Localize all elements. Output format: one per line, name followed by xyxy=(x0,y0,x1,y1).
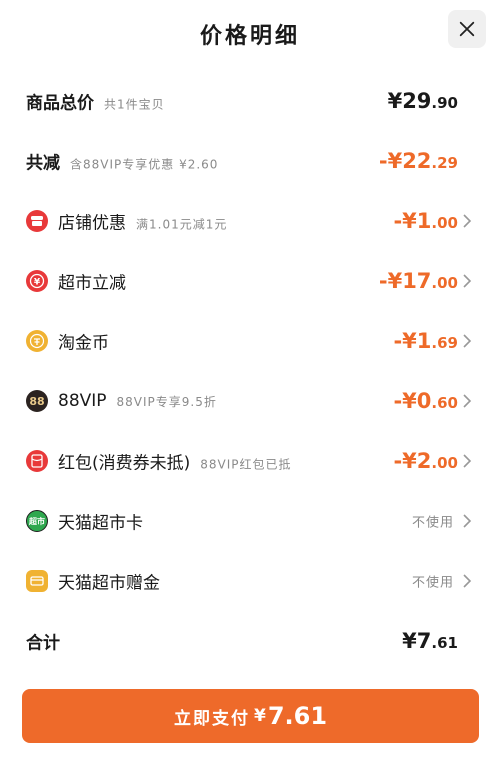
total-price-label: 商品总价 共1件宝贝 xyxy=(26,93,165,114)
sum-label: 合计 xyxy=(26,633,60,654)
store-discount-icon xyxy=(26,210,48,232)
supermarket-discount-row[interactable]: ¥ 超市立减 -¥17.00 xyxy=(0,261,500,301)
pay-now-label: 立即支付 xyxy=(173,708,250,729)
gold-coin-amount: -¥1.69 xyxy=(393,329,458,353)
gold-coin-icon xyxy=(26,330,48,352)
gift-money-icon xyxy=(26,570,48,592)
total-discount-amount: -¥22.29 xyxy=(378,149,458,173)
total-price-row: 商品总价 共1件宝贝 ¥29.90 xyxy=(0,81,500,121)
page-title: 价格明细 xyxy=(199,24,300,49)
tmall-card-icon: 超市 xyxy=(26,510,48,532)
chevron-right-icon xyxy=(463,514,472,528)
total-discount-row: 共减 含88VIP专享优惠 ¥2.60 -¥22.29 xyxy=(0,141,500,181)
supermarket-discount-label: 超市立减 xyxy=(58,273,126,294)
chevron-right-icon xyxy=(463,574,472,588)
88vip-amount: -¥0.60 xyxy=(393,389,458,413)
close-icon xyxy=(459,21,475,37)
red-packet-sub: 88VIP红包已抵 xyxy=(200,457,292,472)
red-packet-amount: -¥2.00 xyxy=(393,449,458,473)
tmall-card-status: 不使用 xyxy=(411,515,454,531)
chevron-right-icon xyxy=(463,334,472,348)
gold-coin-row[interactable]: 淘金币 -¥1.69 xyxy=(0,321,500,361)
red-packet-icon xyxy=(26,450,48,472)
chevron-right-icon xyxy=(463,274,472,288)
88vip-icon: 88 xyxy=(26,390,48,412)
supermarket-discount-amount: -¥17.00 xyxy=(378,269,458,293)
store-discount-label: 店铺优惠 满1.01元减1元 xyxy=(58,213,228,234)
gift-money-status: 不使用 xyxy=(411,575,454,591)
chevron-right-icon xyxy=(463,214,472,228)
gift-money-row[interactable]: 天猫超市赠金 不使用 xyxy=(0,561,500,601)
pay-now-amount: 7.61 xyxy=(267,702,328,730)
88vip-row[interactable]: 88 88VIP 88VIP专享9.5折 -¥0.60 xyxy=(0,381,500,421)
tmall-card-row[interactable]: 超市 天猫超市卡 不使用 xyxy=(0,501,500,541)
total-discount-label: 共减 含88VIP专享优惠 ¥2.60 xyxy=(26,153,219,174)
sum-row: 合计 ¥7.61 xyxy=(0,621,500,661)
tmall-card-label: 天猫超市卡 xyxy=(58,513,143,534)
pay-now-button[interactable]: 立即支付 ¥7.61 xyxy=(22,689,479,743)
header: 价格明细 xyxy=(0,0,500,66)
svg-text:¥: ¥ xyxy=(34,278,41,288)
total-price-sub: 共1件宝贝 xyxy=(104,97,165,112)
88vip-label: 88VIP 88VIP专享9.5折 xyxy=(58,391,217,411)
gift-money-label: 天猫超市赠金 xyxy=(58,573,160,594)
pay-now-currency: ¥ xyxy=(253,706,268,726)
total-discount-sub: 含88VIP专享优惠 ¥2.60 xyxy=(70,157,219,172)
store-discount-sub: 满1.01元减1元 xyxy=(136,217,228,232)
total-price-amount: ¥29.90 xyxy=(387,89,458,113)
store-discount-row[interactable]: 店铺优惠 满1.01元减1元 -¥1.00 xyxy=(0,201,500,241)
chevron-right-icon xyxy=(463,394,472,408)
chevron-right-icon xyxy=(463,454,472,468)
red-packet-label: 红包(消费券未抵) 88VIP红包已抵 xyxy=(58,453,292,474)
red-packet-row[interactable]: 红包(消费券未抵) 88VIP红包已抵 -¥2.00 xyxy=(0,441,500,481)
supermarket-discount-icon: ¥ xyxy=(26,270,48,292)
store-discount-amount: -¥1.00 xyxy=(393,209,458,233)
sum-amount: ¥7.61 xyxy=(402,629,458,653)
gold-coin-label: 淘金币 xyxy=(58,333,109,354)
88vip-sub: 88VIP专享9.5折 xyxy=(116,395,217,409)
close-button[interactable] xyxy=(448,10,486,48)
